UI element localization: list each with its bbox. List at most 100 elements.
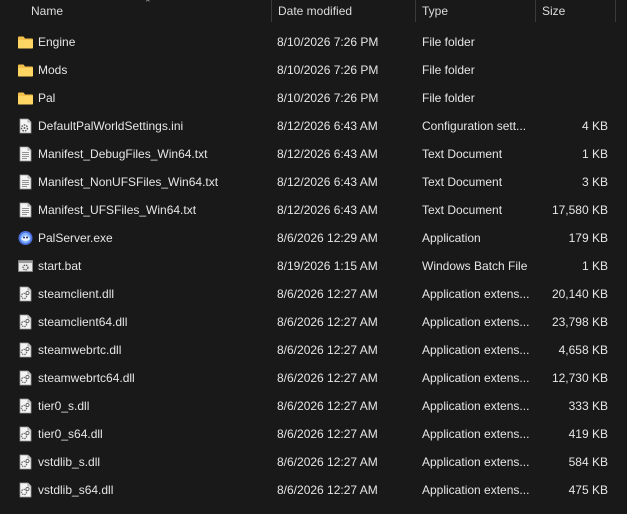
file-type: File folder [422, 91, 475, 105]
file-row[interactable]: vstdlib_s64.dll 8/6/2026 12:27 AM Applic… [0, 476, 627, 504]
folder-icon [18, 36, 33, 49]
file-type: Application extens... [422, 483, 530, 497]
file-date-modified: 8/12/2026 6:43 AM [277, 147, 378, 161]
file-size: 20,140 KB [551, 287, 608, 301]
file-date-modified: 8/6/2026 12:27 AM [277, 399, 378, 413]
file-type: File folder [422, 63, 475, 77]
file-name: tier0_s64.dll [38, 427, 103, 441]
file-type: Application extens... [422, 287, 530, 301]
file-name: steamwebrtc64.dll [38, 371, 135, 385]
column-divider[interactable] [415, 0, 416, 22]
file-name: Engine [38, 35, 76, 49]
file-type: Application extens... [422, 427, 530, 441]
file-date-modified: 8/10/2026 7:26 PM [277, 63, 379, 77]
file-date-modified: 8/12/2026 6:43 AM [277, 203, 378, 217]
file-size: 3 KB [581, 175, 608, 189]
file-date-modified: 8/6/2026 12:27 AM [277, 371, 378, 385]
column-header-size[interactable]: Size [542, 0, 565, 22]
file-row[interactable]: DefaultPalWorldSettings.ini 8/12/2026 6:… [0, 112, 627, 140]
text-file-icon [19, 174, 32, 190]
dll-file-icon [19, 314, 32, 330]
file-name: Manifest_NonUFSFiles_Win64.txt [38, 175, 219, 189]
file-size [530, 56, 608, 84]
dll-file-icon [19, 286, 32, 302]
file-type: Application extens... [422, 343, 530, 357]
config-file-icon [19, 118, 32, 134]
file-row[interactable]: steamclient64.dll 8/6/2026 12:27 AM Appl… [0, 308, 627, 336]
file-name: tier0_s.dll [38, 399, 90, 413]
file-name: Pal [38, 91, 56, 105]
file-date-modified: 8/10/2026 7:26 PM [277, 91, 379, 105]
file-date-modified: 8/6/2026 12:27 AM [277, 287, 378, 301]
file-type: Text Document [422, 175, 503, 189]
file-date-modified: 8/6/2026 12:27 AM [277, 343, 378, 357]
file-name: Manifest_UFSFiles_Win64.txt [38, 203, 197, 217]
column-header-name[interactable]: Name [31, 0, 63, 22]
file-date-modified: 8/6/2026 12:27 AM [277, 427, 378, 441]
file-row[interactable]: start.bat 8/19/2026 1:15 AM Windows Batc… [0, 252, 627, 280]
file-row[interactable]: Engine 8/10/2026 7:26 PM File folder [0, 28, 627, 56]
file-date-modified: 8/12/2026 6:43 AM [277, 175, 378, 189]
dll-file-icon [19, 482, 32, 498]
file-size: 475 KB [568, 483, 608, 497]
file-date-modified: 8/6/2026 12:27 AM [277, 455, 378, 469]
batch-file-icon [18, 260, 33, 272]
file-row[interactable]: vstdlib_s.dll 8/6/2026 12:27 AM Applicat… [0, 448, 627, 476]
file-type: Application extens... [422, 315, 530, 329]
column-divider[interactable] [615, 0, 616, 22]
file-type: Text Document [422, 147, 503, 161]
file-name: DefaultPalWorldSettings.ini [38, 119, 184, 133]
file-type: File folder [422, 35, 475, 49]
file-row[interactable]: Manifest_UFSFiles_Win64.txt 8/12/2026 6:… [0, 196, 627, 224]
folder-icon [18, 64, 33, 77]
file-row[interactable]: Mods 8/10/2026 7:26 PM File folder [0, 56, 627, 84]
file-row[interactable]: PalServer.exe 8/6/2026 12:29 AM Applicat… [0, 224, 627, 252]
column-header-type[interactable]: Type [422, 0, 448, 22]
dll-file-icon [19, 454, 32, 470]
file-date-modified: 8/6/2026 12:27 AM [277, 315, 378, 329]
file-size: 584 KB [568, 455, 608, 469]
file-date-modified: 8/19/2026 1:15 AM [277, 259, 378, 273]
file-name: vstdlib_s64.dll [38, 483, 114, 497]
sort-chevron-icon: ⌃ [144, 0, 152, 8]
file-row[interactable]: Pal 8/10/2026 7:26 PM File folder [0, 84, 627, 112]
file-date-modified: 8/6/2026 12:27 AM [277, 483, 378, 497]
file-name: steamwebrtc.dll [38, 343, 122, 357]
file-row[interactable]: Manifest_NonUFSFiles_Win64.txt 8/12/2026… [0, 168, 627, 196]
file-type: Application extens... [422, 371, 530, 385]
dll-file-icon [19, 426, 32, 442]
file-type: Application [422, 231, 481, 245]
file-size: 4 KB [581, 119, 608, 133]
file-row[interactable]: steamwebrtc.dll 8/6/2026 12:27 AM Applic… [0, 336, 627, 364]
dll-file-icon [19, 342, 32, 358]
text-file-icon [19, 146, 32, 162]
file-size: 419 KB [568, 427, 608, 441]
file-name: steamclient.dll [38, 287, 115, 301]
file-size: 4,658 KB [558, 343, 608, 357]
app-icon [18, 231, 33, 245]
file-name: steamclient64.dll [38, 315, 128, 329]
file-row[interactable]: Manifest_DebugFiles_Win64.txt 8/12/2026 … [0, 140, 627, 168]
file-name: Mods [38, 63, 68, 77]
file-row[interactable]: tier0_s64.dll 8/6/2026 12:27 AM Applicat… [0, 420, 627, 448]
file-date-modified: 8/6/2026 12:29 AM [277, 231, 378, 245]
file-type: Text Document [422, 203, 503, 217]
column-divider[interactable] [535, 0, 536, 22]
file-size: 12,730 KB [551, 371, 608, 385]
file-name: PalServer.exe [38, 231, 113, 245]
file-type: Windows Batch File [422, 259, 528, 273]
file-size: 1 KB [581, 259, 608, 273]
column-header-bar: ⌃ Name Date modified Type Size [0, 0, 627, 22]
file-row[interactable]: steamwebrtc64.dll 8/6/2026 12:27 AM Appl… [0, 364, 627, 392]
text-file-icon [19, 202, 32, 218]
file-row[interactable]: steamclient.dll 8/6/2026 12:27 AM Applic… [0, 280, 627, 308]
file-size: 23,798 KB [551, 315, 608, 329]
dll-file-icon [19, 370, 32, 386]
file-type: Application extens... [422, 455, 530, 469]
file-list: Engine 8/10/2026 7:26 PM File folder Mod… [0, 28, 627, 504]
file-row[interactable]: tier0_s.dll 8/6/2026 12:27 AM Applicatio… [0, 392, 627, 420]
column-divider[interactable] [271, 0, 272, 22]
file-date-modified: 8/10/2026 7:26 PM [277, 35, 379, 49]
column-header-date[interactable]: Date modified [278, 0, 352, 22]
file-size: 179 KB [568, 231, 608, 245]
